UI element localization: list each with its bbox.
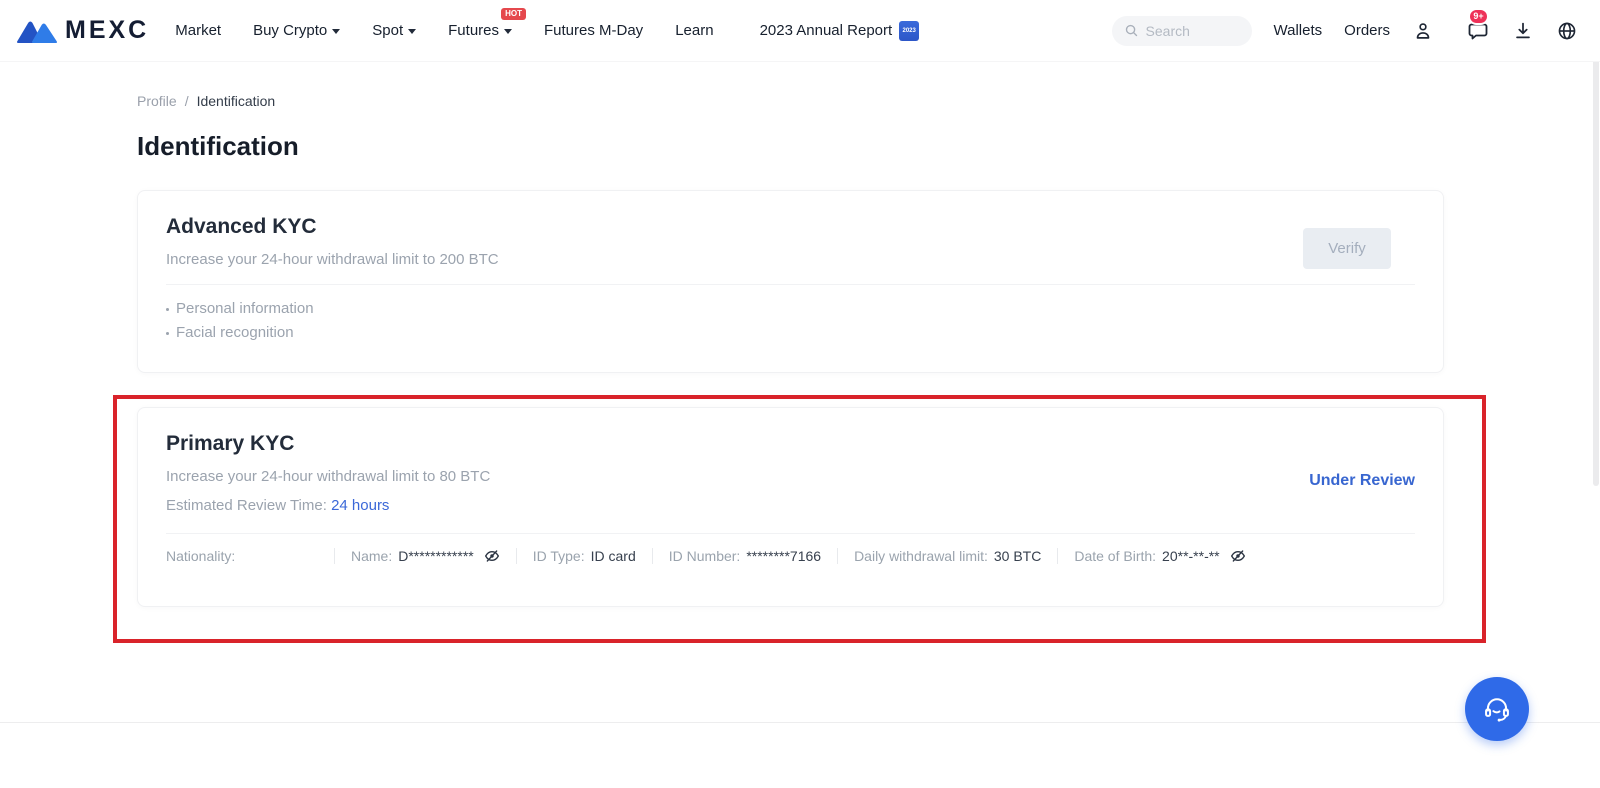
mexc-logo[interactable]: MEXC	[16, 16, 149, 46]
breadcrumb-profile[interactable]: Profile	[137, 93, 177, 109]
advanced-kyc-card: Advanced KYC Increase your 24-hour withd…	[137, 190, 1444, 373]
nav-futures-m-day[interactable]: Futures M-Day	[544, 22, 643, 39]
download-icon[interactable]	[1512, 20, 1534, 42]
wallets-link[interactable]: Wallets	[1274, 22, 1323, 39]
orders-link[interactable]: Orders	[1344, 22, 1390, 39]
advanced-kyc-requirements: Personal information Facial recognition	[166, 297, 1415, 345]
kyc-details-row: Nationality: Name: D************ ID Type…	[166, 533, 1415, 564]
nav-annual-report[interactable]: 2023 Annual Report 2023	[760, 21, 920, 41]
requirement-item: Personal information	[166, 297, 1415, 321]
eye-slash-icon[interactable]	[484, 548, 500, 564]
footer-divider	[0, 722, 1600, 723]
requirement-item: Facial recognition	[166, 321, 1415, 345]
primary-kyc-subtitle: Increase your 24-hour withdrawal limit t…	[166, 468, 1415, 485]
estimated-review-time: Estimated Review Time: 24 hours	[166, 497, 1415, 514]
eye-slash-icon[interactable]	[1230, 548, 1246, 564]
mexc-wordmark: MEXC	[65, 16, 149, 45]
breadcrumb-current: Identification	[197, 93, 276, 109]
breadcrumb: Profile / Identification	[137, 93, 275, 109]
scrollbar[interactable]	[1593, 24, 1599, 486]
detail-date-of-birth: Date of Birth: 20**-**-**	[1057, 548, 1261, 564]
detail-name: Name: D************	[334, 548, 516, 564]
chat-icon[interactable]: 9+	[1466, 19, 1490, 43]
chevron-down-icon	[408, 29, 416, 34]
verify-button[interactable]: Verify	[1303, 228, 1391, 269]
mexc-mountain-icon	[16, 16, 58, 46]
divider	[166, 284, 1415, 285]
review-time-value: 24 hours	[331, 497, 389, 514]
header-right-cluster: Search Wallets Orders 9+	[1112, 16, 1578, 46]
advanced-kyc-title: Advanced KYC	[166, 191, 1415, 239]
search-icon	[1124, 23, 1139, 38]
primary-kyc-title: Primary KYC	[166, 408, 1415, 456]
chevron-down-icon	[332, 29, 340, 34]
status-under-review[interactable]: Under Review	[1309, 472, 1415, 490]
main-nav: Market Buy Crypto Spot Futures HOT Futur…	[175, 21, 919, 41]
nav-futures[interactable]: Futures HOT	[448, 22, 512, 39]
page-title: Identification	[137, 131, 299, 162]
headset-icon	[1481, 693, 1513, 725]
detail-id-number: ID Number: ********7166	[652, 548, 837, 564]
identification-page: MEXC Market Buy Crypto Spot Futures HOT …	[0, 0, 1600, 788]
detail-nationality: Nationality:	[166, 548, 334, 564]
detail-id-type: ID Type: ID card	[516, 548, 652, 564]
annual-report-icon: 2023	[899, 21, 919, 41]
breadcrumb-separator: /	[185, 93, 189, 109]
primary-kyc-card: Primary KYC Increase your 24-hour withdr…	[137, 407, 1444, 607]
chevron-down-icon	[504, 29, 512, 34]
profile-icon[interactable]	[1412, 20, 1434, 42]
nav-market[interactable]: Market	[175, 22, 221, 39]
customer-support-button[interactable]	[1465, 677, 1529, 741]
language-globe-icon[interactable]	[1556, 20, 1578, 42]
search-input[interactable]: Search	[1112, 16, 1252, 46]
hot-badge: HOT	[501, 8, 526, 20]
nav-buy-crypto[interactable]: Buy Crypto	[253, 22, 340, 39]
detail-daily-limit: Daily withdrawal limit: 30 BTC	[837, 548, 1057, 564]
notification-badge: 9+	[1468, 8, 1489, 25]
top-navbar: MEXC Market Buy Crypto Spot Futures HOT …	[0, 0, 1600, 62]
nav-learn[interactable]: Learn	[675, 22, 713, 39]
nav-spot[interactable]: Spot	[372, 22, 416, 39]
advanced-kyc-subtitle: Increase your 24-hour withdrawal limit t…	[166, 251, 1415, 268]
search-placeholder: Search	[1146, 23, 1190, 39]
